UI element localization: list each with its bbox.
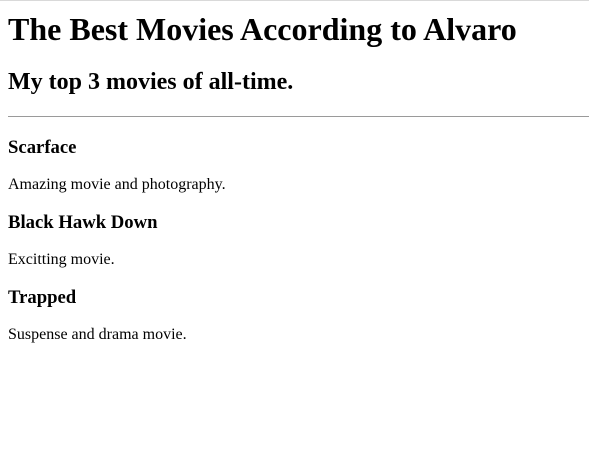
movie-list: Scarface Amazing movie and photography. … xyxy=(8,137,581,344)
movie-title: Scarface xyxy=(8,137,77,158)
page-content: The Best Movies According to Alvaro My t… xyxy=(0,11,589,344)
viewport-top-border xyxy=(0,0,589,1)
movie-item-black-hawk-down: Black Hawk Down Excitting movie. xyxy=(8,212,581,269)
movie-item-trapped: Trapped Suspense and drama movie. xyxy=(8,287,581,344)
movie-title: Black Hawk Down xyxy=(8,212,158,233)
movie-item-scarface: Scarface Amazing movie and photography. xyxy=(8,137,581,194)
page-title: The Best Movies According to Alvaro xyxy=(8,11,517,47)
movie-description: Suspense and drama movie. xyxy=(8,326,187,343)
movie-description: Excitting movie. xyxy=(8,251,115,268)
page-subtitle: My top 3 movies of all-time. xyxy=(8,69,294,95)
movie-title: Trapped xyxy=(8,287,77,308)
movie-description: Amazing movie and photography. xyxy=(8,176,226,193)
section-divider xyxy=(8,116,589,117)
